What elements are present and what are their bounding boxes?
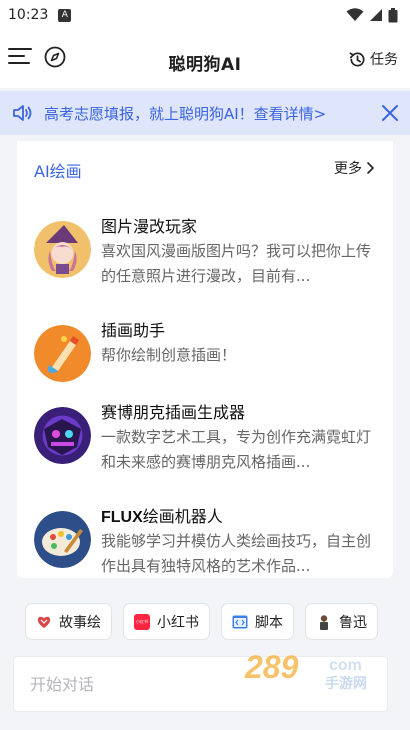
bot-name-rest: 绘画机器人 xyxy=(142,507,223,526)
chip-xiaohongshu[interactable]: 小红书 小红书 xyxy=(123,603,210,640)
chip-label: 脚本 xyxy=(255,614,283,631)
chip-label: 故事绘 xyxy=(59,614,101,631)
script-icon xyxy=(232,615,248,628)
bot-item-manga[interactable]: 图片漫改玩家 喜欢国风漫画版图片吗？我可以把你上传的任意照片进行漫改，目前有..… xyxy=(34,213,379,313)
status-icons xyxy=(346,7,398,23)
bot-desc: 喜欢国风漫画版图片吗？我可以把你上传的任意照片进行漫改，目前有... xyxy=(101,242,372,285)
bot-avatar xyxy=(34,325,91,382)
bot-avatar xyxy=(34,511,91,568)
watermark-suffix: com xyxy=(329,657,362,674)
notification-app-icon: A xyxy=(58,8,72,22)
quick-chips: 故事绘 小红书 小红书 脚本 鲁迅 xyxy=(0,603,410,643)
signal-icon xyxy=(370,9,382,21)
bot-name: 插画助手 xyxy=(101,321,166,340)
ai-drawing-card: AI绘画 更多 图片漫改玩家 喜欢国风漫画版图片吗？我可以把你上传的任意照片进行… xyxy=(17,141,393,578)
xiaohongshu-icon: 小红书 xyxy=(134,613,150,630)
chip-label: 鲁迅 xyxy=(339,614,367,631)
task-button[interactable]: 任务 xyxy=(348,49,398,69)
bot-name: FLUX绘画机器人 xyxy=(101,503,223,527)
task-label: 任务 xyxy=(370,52,398,68)
section-title: AI绘画 xyxy=(34,162,82,181)
bot-item-cyberpunk[interactable]: 赛博朋克插画生成器 一款数字艺术工具，专为创作充满霓虹灯和未来感的赛博朋克风格插… xyxy=(34,399,379,499)
bot-desc: 我能够学习并模仿人类绘画技巧，自主创作出具有独特风格的艺术作品... xyxy=(101,532,372,575)
promo-banner[interactable]: 高考志愿填报，就上聪明狗AI！查看详情> xyxy=(0,91,410,135)
bot-name: 图片漫改玩家 xyxy=(101,217,198,236)
chip-luxun[interactable]: 鲁迅 xyxy=(305,603,378,640)
history-icon xyxy=(349,51,365,67)
speaker-icon xyxy=(13,105,32,121)
bot-name: 赛博朋克插画生成器 xyxy=(101,403,246,422)
section-header: AI绘画 更多 xyxy=(17,155,393,183)
status-time: 10:23 xyxy=(8,7,49,23)
chip-script[interactable]: 脚本 xyxy=(221,603,294,640)
bot-item-flux[interactable]: FLUX绘画机器人 我能够学习并模仿人类绘画技巧，自主创作出具有独特风格的艺术作… xyxy=(34,503,379,578)
chevron-right-icon xyxy=(367,162,374,174)
chat-input[interactable] xyxy=(30,671,250,697)
bot-desc: 帮你绘制创意插画！ xyxy=(101,346,237,364)
app-header: 聪明狗AI 任务 xyxy=(0,30,410,88)
watermark-subtext: 手游网 xyxy=(325,675,367,692)
bot-avatar xyxy=(34,407,91,464)
close-icon[interactable] xyxy=(380,103,400,123)
watermark-number: 289 xyxy=(244,649,299,685)
story-icon xyxy=(37,616,51,628)
battery-icon xyxy=(388,7,398,22)
bot-avatar xyxy=(34,221,91,278)
chip-label: 小红书 xyxy=(157,614,199,631)
site-watermark: 289 com 手游网 xyxy=(244,649,367,692)
luxun-icon xyxy=(320,614,328,630)
bot-desc: 一款数字艺术工具，专为创作充满霓虹灯和未来感的赛博朋克风格插画... xyxy=(101,428,372,471)
banner-text[interactable]: 高考志愿填报，就上聪明狗AI！查看详情> xyxy=(44,103,326,124)
status-bar: 10:23 A xyxy=(0,0,410,30)
more-button[interactable]: 更多 xyxy=(334,158,375,178)
chip-story[interactable]: 故事绘 xyxy=(25,603,112,640)
wifi-icon xyxy=(346,8,364,21)
more-label: 更多 xyxy=(334,161,362,177)
bot-name-bold: FLUX xyxy=(101,509,143,526)
